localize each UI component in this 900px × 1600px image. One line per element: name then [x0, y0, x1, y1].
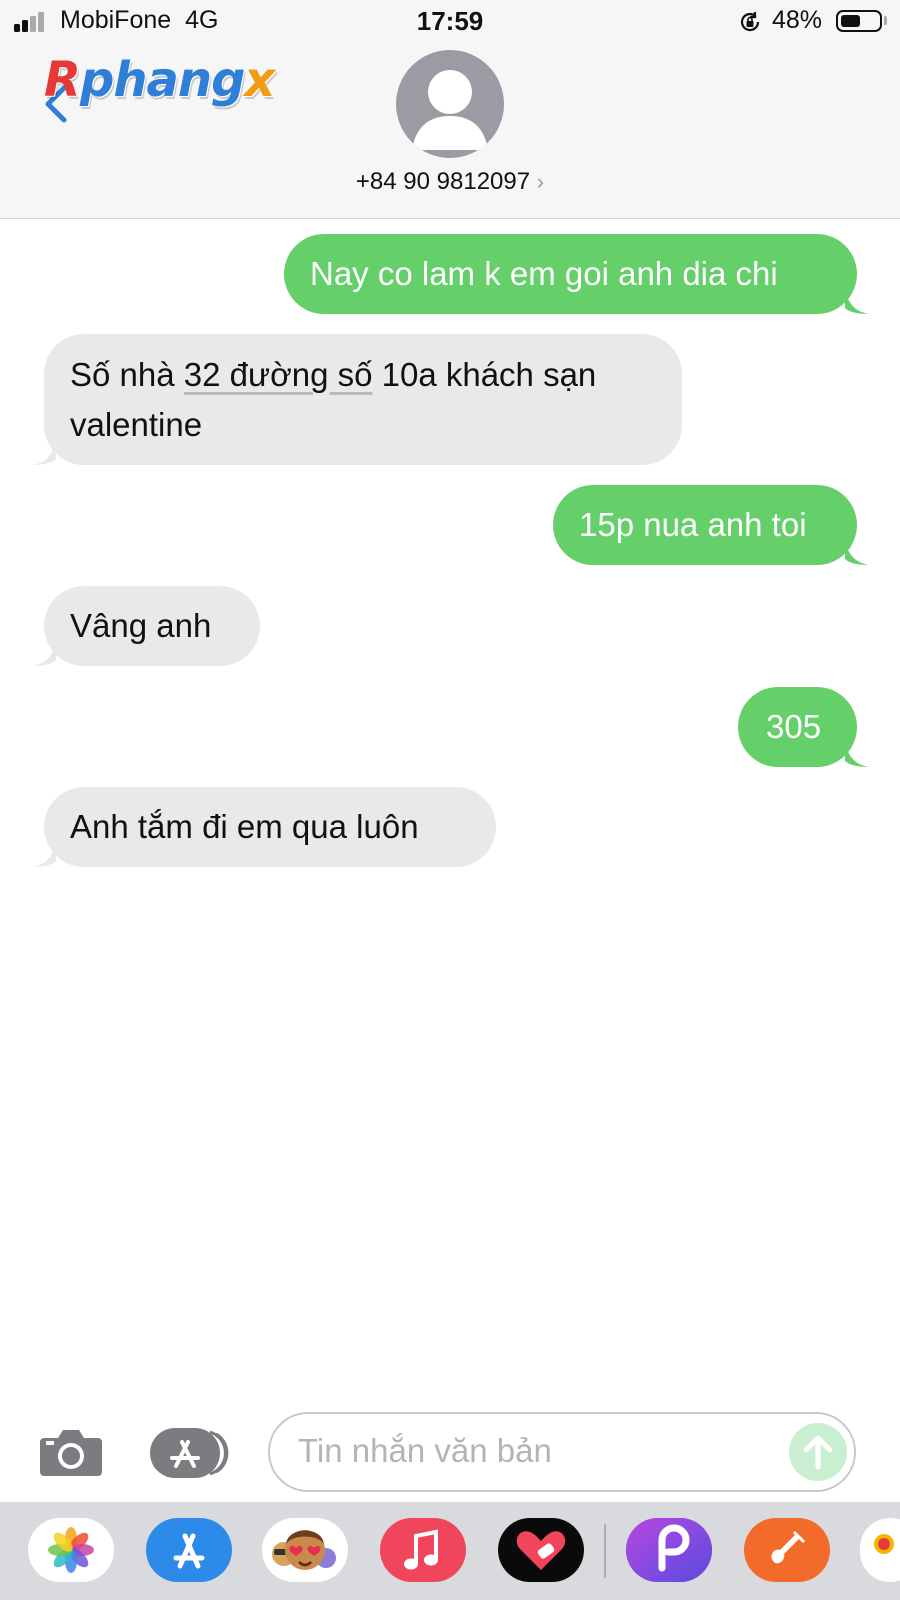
battery-percent: 48%: [772, 6, 823, 34]
contact-avatar[interactable]: [396, 50, 504, 158]
dock-divider: [604, 1524, 606, 1578]
camera-icon[interactable]: [38, 1426, 104, 1478]
status-time: 17:59: [416, 6, 484, 36]
heart-app-icon[interactable]: [498, 1518, 584, 1582]
chevron-right-icon: ›: [536, 169, 545, 194]
battery-icon: [836, 10, 882, 32]
message-bubble-incoming[interactable]: Vâng anh: [44, 586, 260, 666]
photos-app-icon[interactable]: [28, 1518, 114, 1582]
message-bubble-incoming[interactable]: Số nhà 32 đường số 10a khách sạn valenti…: [44, 334, 682, 465]
rotation-lock-icon: [740, 12, 760, 32]
garageband-app-icon[interactable]: [744, 1518, 830, 1582]
message-input-placeholder: Tin nhắn văn bản: [298, 1432, 552, 1469]
picsart-app-icon[interactable]: [626, 1518, 712, 1582]
person-icon: [412, 70, 488, 150]
contact-number[interactable]: +84 90 9812097 ›: [0, 168, 900, 196]
conversation-header: Rphangx +84 90 9812097 ›: [0, 44, 900, 219]
music-app-icon[interactable]: [380, 1518, 466, 1582]
app-store-app-icon[interactable]: [146, 1518, 232, 1582]
app-drawer: [0, 1502, 900, 1600]
arrow-up-icon: [803, 1435, 833, 1470]
message-input[interactable]: Tin nhắn văn bản: [268, 1412, 856, 1492]
memoji-app-icon[interactable]: [262, 1518, 348, 1582]
message-bubble-outgoing[interactable]: 305: [738, 687, 857, 767]
message-bubble-outgoing[interactable]: Nay co lam k em goi anh dia chi: [284, 234, 857, 314]
message-bubble-incoming[interactable]: Anh tắm đi em qua luôn: [44, 787, 496, 867]
status-bar: MobiFone 4G 17:59 48%: [0, 0, 900, 44]
message-bubble-outgoing[interactable]: 15p nua anh toi: [553, 485, 857, 565]
maps-app-icon[interactable]: [860, 1518, 900, 1582]
app-store-icon[interactable]: [150, 1428, 234, 1478]
send-button[interactable]: [789, 1423, 847, 1481]
rphangx-logo: Rphangx: [44, 52, 275, 108]
